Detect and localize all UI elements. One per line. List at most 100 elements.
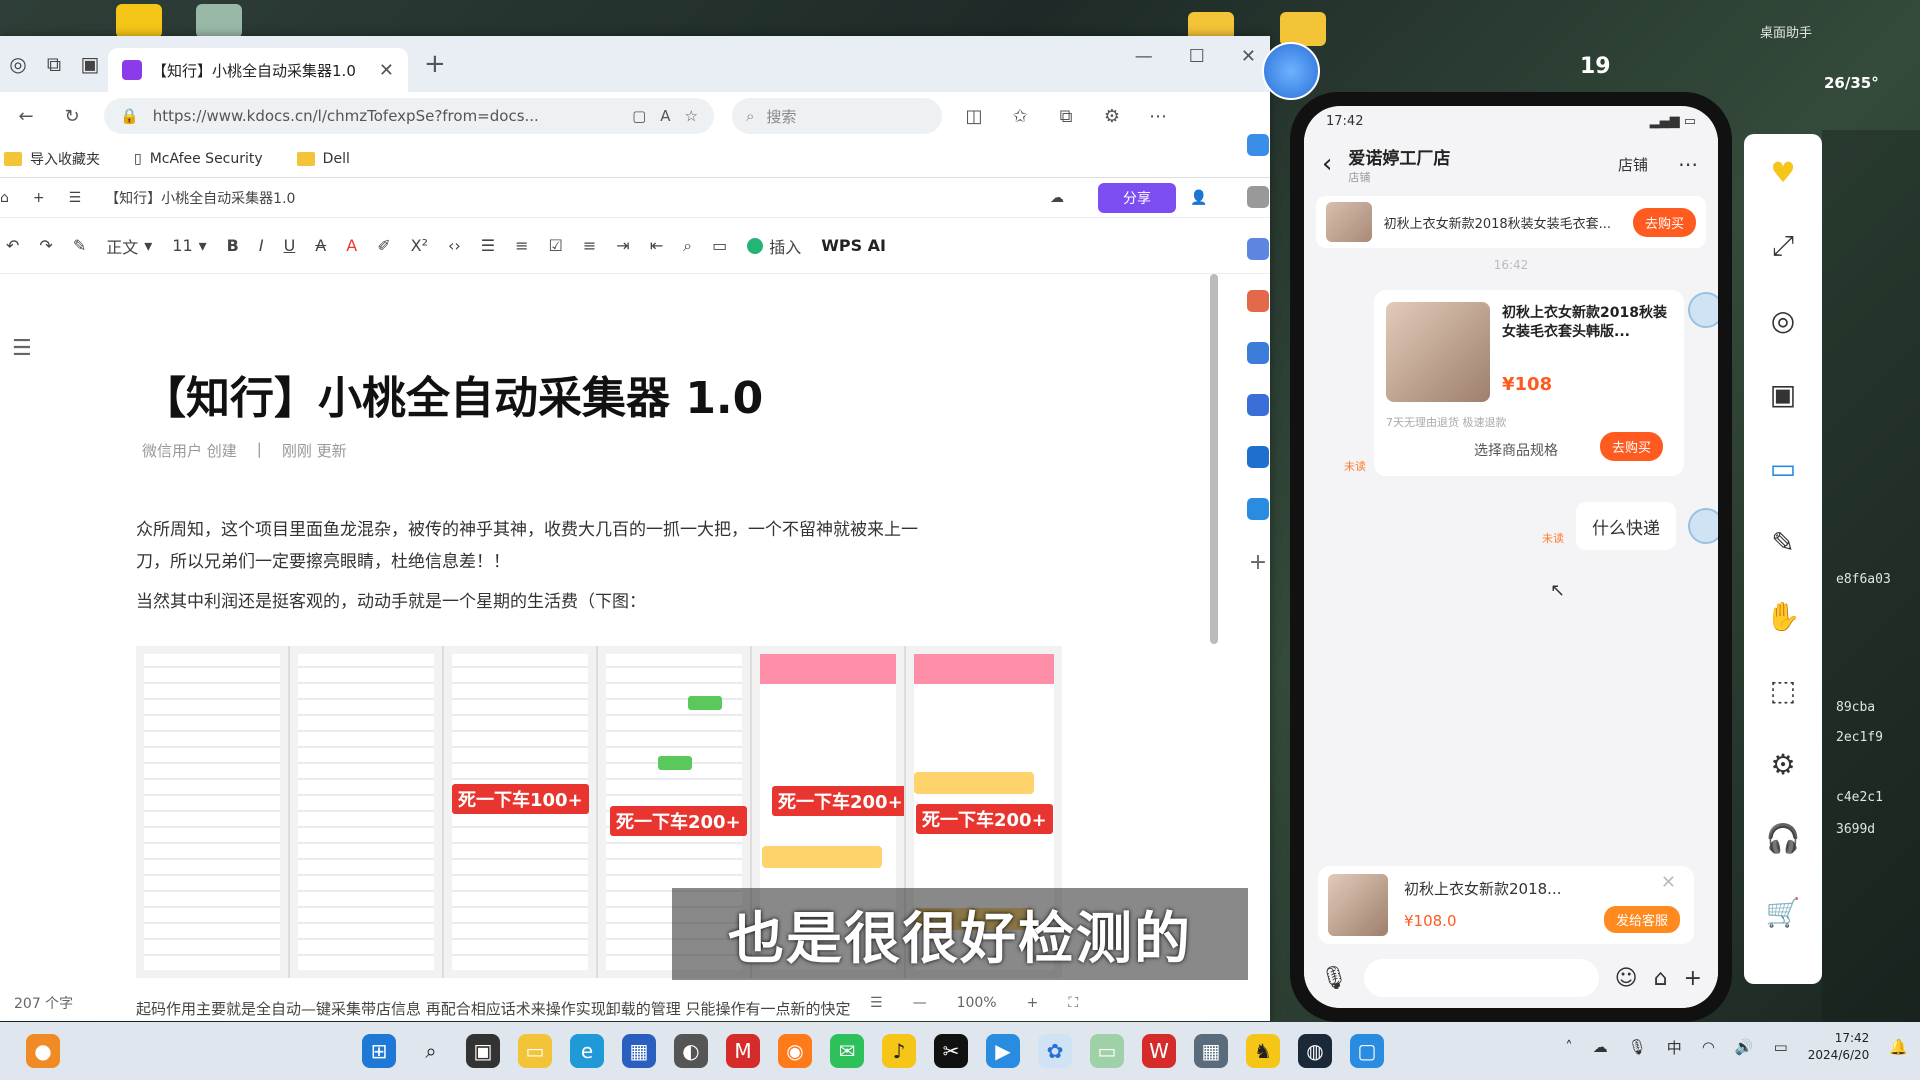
monitor-icon[interactable]: ▭ (1090, 1034, 1124, 1068)
find-icon[interactable]: ⌕ (683, 236, 692, 256)
read-aloud-icon[interactable]: A (660, 107, 670, 125)
volume-icon[interactable]: 🔊 (1735, 1038, 1754, 1056)
vertical-tabs-icon[interactable]: ▣ (72, 46, 108, 82)
highlight-icon[interactable]: ✐ (377, 236, 390, 255)
refresh-icon[interactable]: ↻ (58, 102, 86, 130)
redo-icon[interactable]: ↷ (39, 236, 52, 255)
close-icon[interactable]: ✕ (379, 60, 394, 81)
product-bar[interactable]: 初秋上衣女新款2018秋装女装毛衣套... 去购买 (1316, 196, 1706, 248)
zoom-out-icon[interactable]: — (913, 995, 927, 1011)
outline-icon[interactable]: ☰ (12, 336, 32, 361)
window-close-icon[interactable]: ✕ (1241, 46, 1256, 67)
battery-icon[interactable]: ▭ (1774, 1038, 1788, 1056)
maximize-icon[interactable]: ☐ (1189, 46, 1205, 67)
share-button[interactable]: 分享 (1098, 183, 1176, 213)
minimize-icon[interactable]: — (1135, 46, 1153, 67)
wifi-icon[interactable]: ◠ (1702, 1038, 1715, 1056)
app-icon[interactable]: ♞ (1246, 1034, 1280, 1068)
hand-icon[interactable]: ✋ (1763, 596, 1803, 636)
bookmark-import[interactable]: 导入收藏夹 (4, 149, 100, 169)
clock[interactable]: 17:42 2024/6/20 (1808, 1030, 1870, 1064)
support-icon[interactable]: 🎧 (1763, 818, 1803, 858)
feishu-icon[interactable]: ▶ (986, 1034, 1020, 1068)
settings-icon[interactable]: ⚙ (1763, 744, 1803, 784)
mcafee-icon[interactable]: M (726, 1034, 760, 1068)
app-icon[interactable]: ▢ (1350, 1034, 1384, 1068)
office-icon[interactable] (1247, 394, 1269, 416)
send-icon[interactable] (1247, 498, 1269, 520)
crop-icon[interactable]: ⬚ (1763, 670, 1803, 710)
superscript-icon[interactable]: X² (411, 236, 428, 255)
format-painter-icon[interactable]: ✎ (73, 236, 86, 255)
file-explorer-icon[interactable]: ▭ (518, 1034, 552, 1068)
voice-icon[interactable]: 🎙 (1320, 966, 1348, 991)
lightbulb-icon[interactable]: ♥ (1763, 152, 1803, 192)
workspaces-icon[interactable]: ◎ (0, 46, 36, 82)
bold-icon[interactable]: B (227, 236, 239, 255)
checklist-icon[interactable]: ☑ (549, 236, 563, 255)
strikethrough-icon[interactable]: A (315, 236, 326, 255)
undo-icon[interactable]: ↶ (6, 236, 19, 255)
add-icon[interactable]: + (1249, 550, 1267, 575)
split-screen-icon[interactable]: ◫ (960, 102, 988, 130)
plus-icon[interactable]: + (1684, 966, 1702, 991)
task-view-icon[interactable]: ▣ (466, 1034, 500, 1068)
comment-icon[interactable]: ▭ (712, 236, 727, 255)
menu-icon[interactable]: ☰ (69, 190, 82, 206)
mic-icon[interactable]: 🎙 (1628, 1038, 1647, 1056)
search-icon[interactable] (1247, 186, 1269, 208)
back-icon[interactable]: ‹ (1322, 149, 1332, 179)
code-icon[interactable]: ‹› (448, 236, 461, 255)
cloud-icon[interactable]: ☁ (1593, 1038, 1608, 1056)
search-icon[interactable]: ⌕ (414, 1034, 448, 1068)
new-tab-icon[interactable]: + (424, 49, 446, 79)
copilot-icon[interactable] (1247, 134, 1269, 156)
fullscreen-icon[interactable]: ⤢ (1763, 226, 1803, 266)
pen-icon[interactable]: ✎ (1763, 522, 1803, 562)
fullscreen-icon[interactable]: ⛶ (1068, 995, 1078, 1011)
widgets-icon[interactable]: ● (26, 1034, 60, 1068)
buy-button[interactable]: 去购买 (1632, 207, 1696, 237)
collections-icon[interactable]: ⧉ (1052, 102, 1080, 130)
firefox-icon[interactable]: ◉ (778, 1034, 812, 1068)
ime-indicator[interactable]: 中 (1667, 1037, 1682, 1058)
desktop-icon-folder[interactable] (1280, 12, 1326, 46)
screen-cast-icon[interactable]: ▭ (1763, 448, 1803, 488)
close-icon[interactable]: ✕ (1661, 872, 1676, 893)
notification-icon[interactable]: 🔔 (1889, 1038, 1908, 1056)
tab-actions-icon[interactable]: ⧉ (36, 46, 72, 82)
more-icon[interactable]: ⋯ (1678, 152, 1698, 176)
scrollbar[interactable] (1210, 274, 1218, 644)
add-icon[interactable]: + (33, 190, 45, 206)
url-field[interactable]: 🔒 https://www.kdocs.cn/l/chmzTofexpSe?fr… (104, 98, 714, 134)
start-icon[interactable]: ⊞ (362, 1034, 396, 1068)
chat-input[interactable] (1363, 959, 1599, 997)
outlook-icon[interactable] (1247, 446, 1269, 468)
align-icon[interactable]: ≡ (583, 236, 596, 255)
favorite-star-icon[interactable]: ☆ (685, 107, 698, 125)
chevron-up-icon[interactable]: ˄ (1565, 1038, 1573, 1056)
desktop-icon-image[interactable] (196, 4, 242, 38)
favorites-icon[interactable]: ✩ (1006, 102, 1034, 130)
numbered-list-icon[interactable]: ≡ (515, 236, 528, 255)
steam-icon[interactable]: ◍ (1298, 1034, 1332, 1068)
calculator-icon[interactable]: ▦ (1194, 1034, 1228, 1068)
pending-product-card[interactable]: 初秋上衣女新款2018... ¥108.0 ✕ 发给客服 (1318, 866, 1694, 944)
product-card[interactable]: 初秋上衣女新款2018秋装女装毛衣套头韩版... ¥108 7天无理由退货 极速… (1374, 290, 1684, 476)
italic-icon[interactable]: I (259, 236, 264, 255)
underline-icon[interactable]: U (284, 236, 296, 255)
cart-icon[interactable]: 🛒 (1763, 892, 1803, 932)
app-icon[interactable]: ✿ (1038, 1034, 1072, 1068)
floating-assistant-icon[interactable] (1262, 42, 1320, 100)
wps-ai-button[interactable]: WPS AI (821, 236, 886, 255)
outdent-icon[interactable]: ⇤ (650, 236, 663, 255)
collaborator-icon[interactable]: 👤 (1190, 190, 1207, 206)
person-icon[interactable] (1247, 342, 1269, 364)
home-icon[interactable]: ⌂ (0, 190, 9, 206)
zoom-in-icon[interactable]: + (1027, 995, 1039, 1011)
more-icon[interactable]: ⋯ (1144, 102, 1172, 130)
app-view-icon[interactable]: ▢ (632, 107, 646, 125)
buy-button[interactable]: 去购买 (1600, 432, 1664, 461)
wechat-icon[interactable]: ✉ (830, 1034, 864, 1068)
tag-icon[interactable] (1247, 238, 1269, 260)
